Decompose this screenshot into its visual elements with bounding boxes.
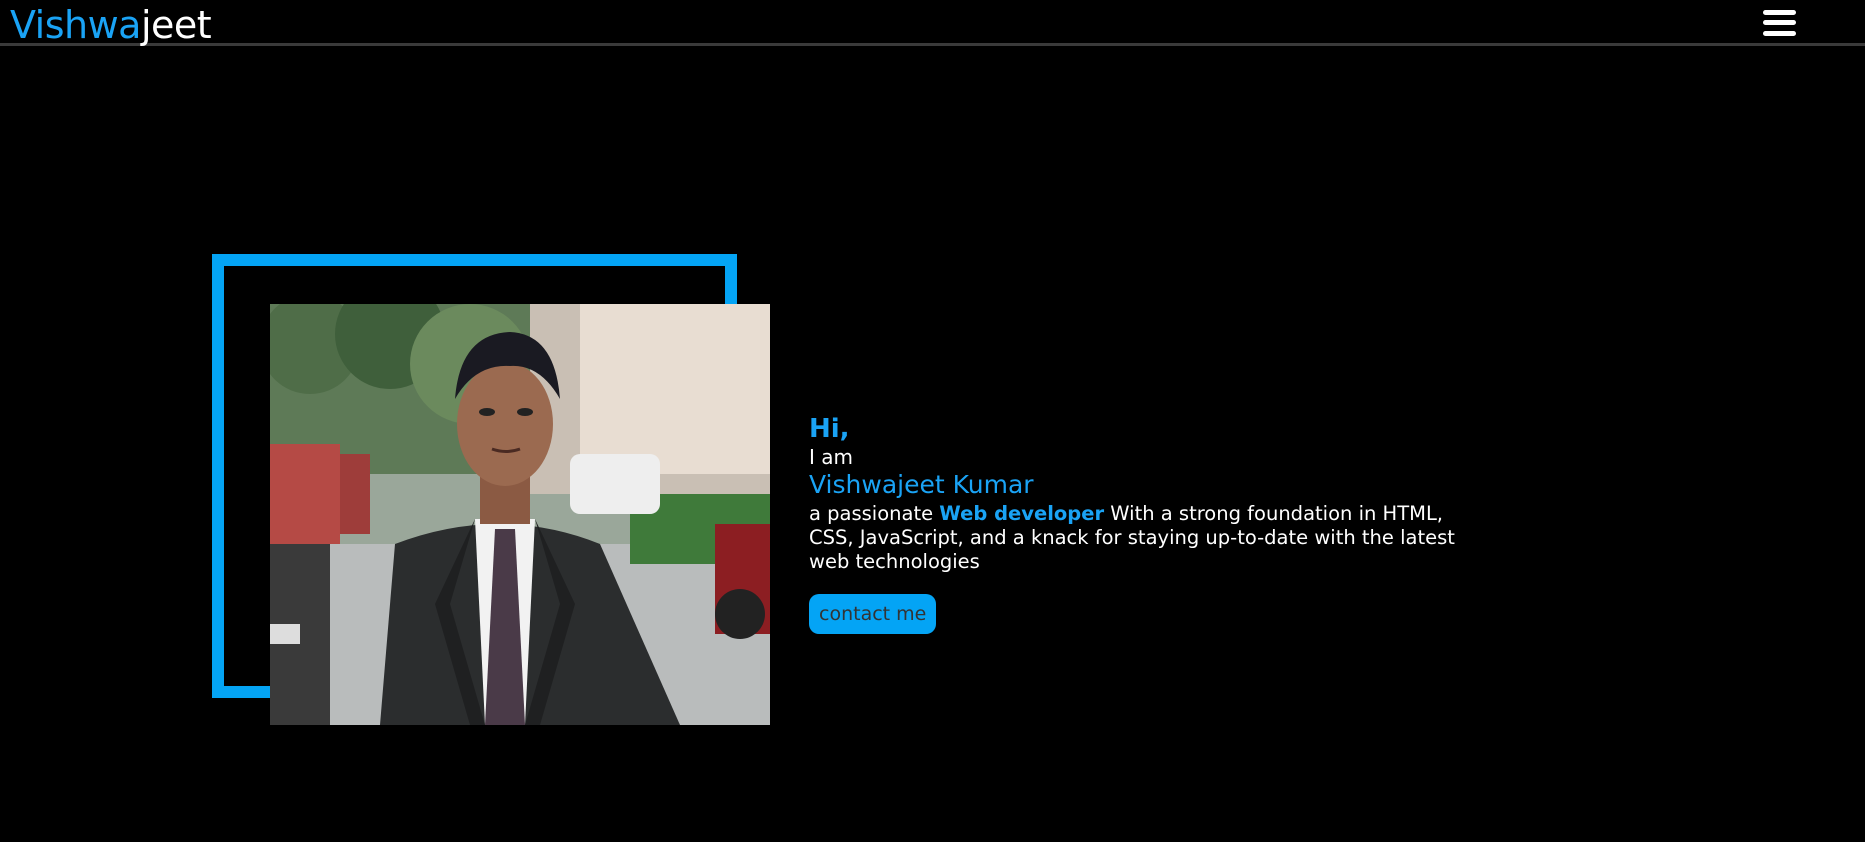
- name-heading: Vishwajeet Kumar: [809, 470, 1034, 499]
- hamburger-bar: [1763, 10, 1796, 15]
- hamburger-bar: [1763, 31, 1796, 36]
- hero-intro: Hi, I am Vishwajeet Kumar a passionate W…: [809, 412, 1489, 634]
- hamburger-bar: [1763, 20, 1796, 25]
- navbar: Vishwajeet: [0, 0, 1865, 48]
- desc-prefix: a passionate: [809, 502, 940, 525]
- logo-part-jeet: jeet: [140, 3, 212, 47]
- hamburger-menu-icon[interactable]: [1763, 8, 1796, 38]
- iam-text: I am: [809, 445, 853, 469]
- desc-highlight-role: Web developer: [939, 502, 1105, 525]
- profile-photo: [270, 304, 770, 725]
- logo-part-vishwa: Vishwa: [10, 3, 141, 47]
- site-logo[interactable]: Vishwajeet: [10, 2, 212, 48]
- contact-me-button[interactable]: contact me: [809, 594, 937, 634]
- description-text: a passionate Web developer With a strong…: [809, 502, 1489, 574]
- greeting-heading: Hi,: [809, 414, 850, 444]
